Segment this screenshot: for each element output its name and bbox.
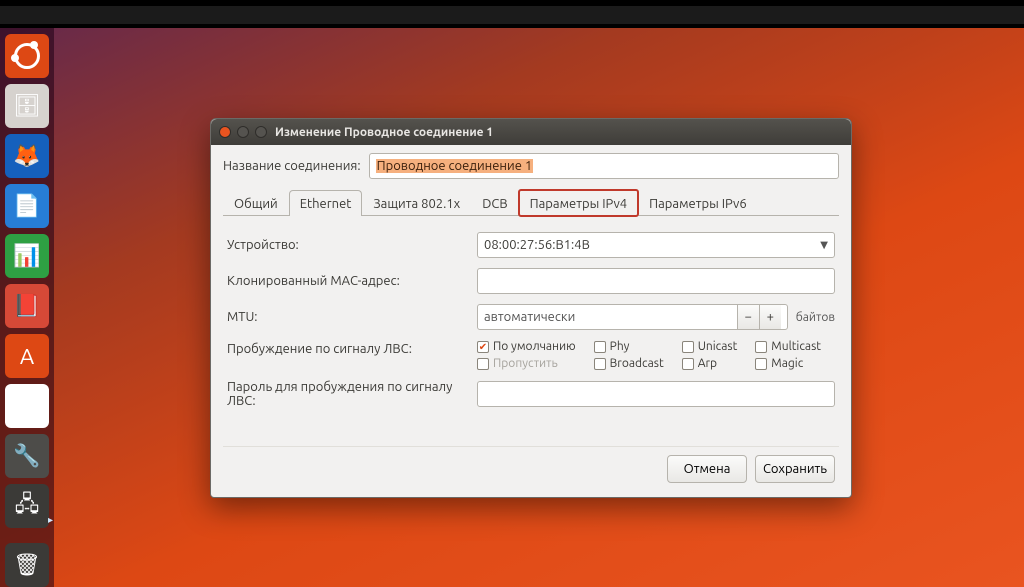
mtu-label: MTU: [227,310,477,324]
impress-icon[interactable]: 📕 [5,284,49,328]
wol-checkbox-5[interactable]: Broadcast [594,357,664,370]
cancel-button[interactable]: Отмена [667,455,747,483]
wol-checkbox-7[interactable]: Magic [755,357,821,370]
wol-checkbox-2[interactable]: Unicast [682,340,738,353]
tab-ethernet-pane: Устройство: 08:00:27:56:B1:4B ▼ Клониров… [223,216,839,446]
wol-checkbox-4: Пропустить [477,357,576,370]
amazon-icon[interactable]: a [5,384,49,428]
wol-password-label: Пароль для пробуждения по сигналу ЛВС: [227,380,477,408]
tab-8021x[interactable]: Защита 802.1x [362,190,471,216]
wol-checkbox-0[interactable]: По умолчанию [477,340,576,353]
mtu-unit: байтов [796,311,835,324]
wol-checkbox-3[interactable]: Multicast [755,340,821,353]
wol-label: Пробуждение по сигналу ЛВС: [227,340,477,356]
device-combobox[interactable]: 08:00:27:56:B1:4B ▼ [477,232,835,258]
mtu-decrement-button[interactable]: − [737,305,759,329]
window-maximize-icon[interactable] [255,126,267,138]
connection-editor-window: Изменение Проводное соединение 1 Названи… [210,118,852,498]
save-button[interactable]: Сохранить [755,455,835,483]
writer-icon[interactable]: 📄 [5,184,49,228]
tabstrip: Общий Ethernet Защита 802.1x DCB Парамет… [223,189,839,216]
tab-ipv6[interactable]: Параметры IPv6 [638,190,758,216]
cloned-mac-input[interactable] [477,268,835,294]
wol-checkbox-6[interactable]: Arp [682,357,738,370]
tab-ethernet[interactable]: Ethernet [289,190,363,216]
window-minimize-icon[interactable] [237,126,249,138]
dash-icon[interactable] [5,34,49,78]
settings-icon[interactable]: 🔧 [5,434,49,478]
tab-general[interactable]: Общий [223,190,289,216]
unity-launcher: 🗄 🦊 📄 📊 📕 A a 🔧 🖧▸ 🗑 [0,28,54,587]
cloned-mac-label: Клонированный MAC-адрес: [227,274,477,288]
window-title: Изменение Проводное соединение 1 [275,126,493,139]
wol-checkbox-1[interactable]: Phy [594,340,664,353]
mtu-spinbutton[interactable]: автоматически − + [477,304,788,330]
chevron-down-icon: ▼ [820,239,828,251]
firefox-icon[interactable]: 🦊 [5,134,49,178]
mtu-increment-button[interactable]: + [759,305,781,329]
trash-icon[interactable]: 🗑 [5,543,49,587]
wol-password-input[interactable] [477,381,835,407]
network-icon[interactable]: 🖧▸ [5,484,49,528]
device-label: Устройство: [227,238,477,252]
calc-icon[interactable]: 📊 [5,234,49,278]
tab-dcb[interactable]: DCB [471,190,518,216]
files-icon[interactable]: 🗄 [5,84,49,128]
window-close-icon[interactable] [219,126,231,138]
software-icon[interactable]: A [5,334,49,378]
connection-name-label: Название соединения: [223,159,361,173]
connection-name-input[interactable]: Проводное соединение 1 [369,153,839,179]
wol-options: По умолчанию Phy Unicast Multicast Пропустит… [477,340,821,370]
window-titlebar[interactable]: Изменение Проводное соединение 1 [211,119,851,145]
tab-ipv4[interactable]: Параметры IPv4 [519,190,639,216]
